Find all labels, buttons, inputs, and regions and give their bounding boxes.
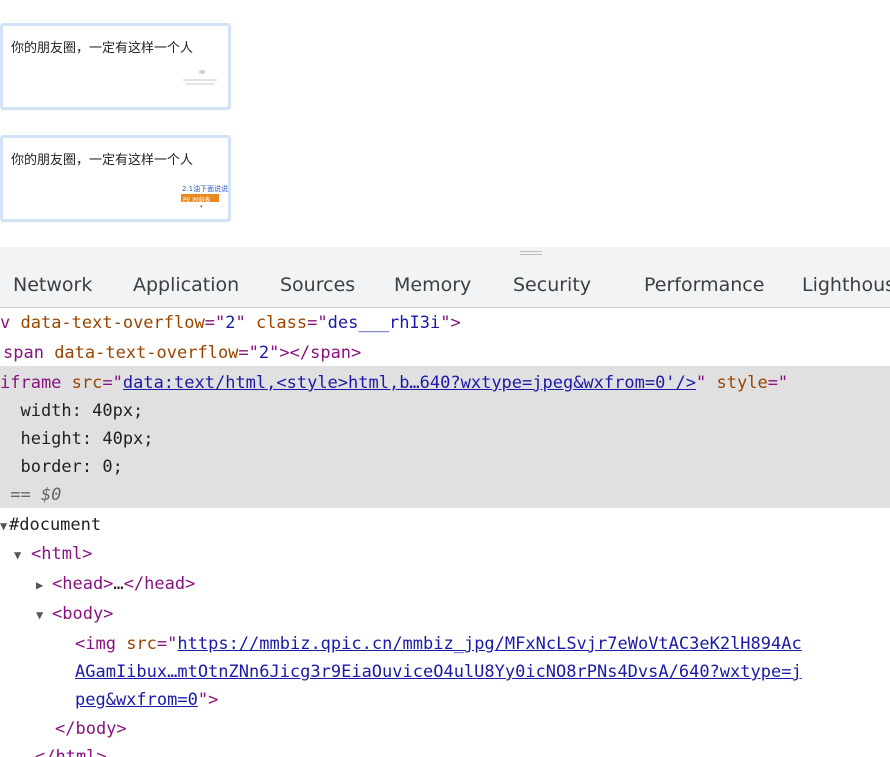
article-card[interactable]: 你的朋友圈，一定有这样一个人 2.1油下面说说 PE 时刻表 ▾ [0,135,231,222]
devtools-tab-bar: Network Application Sources Memory Secur… [0,259,890,308]
dom-node-iframe[interactable]: iframe src="data:text/html,<style>html,b… [0,369,788,397]
dom-node-body[interactable]: ▼ <body> [36,600,113,628]
tab-network[interactable]: Network [13,274,92,296]
article-title: 你的朋友圈，一定有这样一个人 [11,153,194,168]
style-height: height: 40px; [0,429,154,449]
img-src-link-cont[interactable]: AGamIibux…mtOtnZNn6Jicg3r9EiaOuviceO4ulU… [75,658,802,686]
tab-application[interactable]: Application [133,274,239,296]
img-src-link[interactable]: https://mmbiz.qpic.cn/mmbiz_jpg/MFxNcLSv… [177,634,801,654]
elements-panel: v data-text-overflow="2" class="des___rh… [0,309,890,757]
dom-node-div[interactable]: v data-text-overflow="2" class="des___rh… [0,309,461,337]
dom-node-document[interactable]: ▼ #document [0,511,101,539]
expand-down-icon[interactable]: ▼ [14,541,31,569]
dom-node-html[interactable]: ▼ <html> [14,540,92,568]
tab-sources[interactable]: Sources [280,274,355,296]
article-card[interactable]: 你的朋友圈，一定有这样一个人 [0,23,231,110]
img-src-link-end[interactable]: peg&wxfrom=0"> [75,686,218,714]
article-thumbnail[interactable] [180,66,220,106]
tab-lighthouse[interactable]: Lighthous [802,274,890,296]
iframe-src-link[interactable]: data:text/html,<style>html,b…640?wxtype=… [123,373,696,393]
expand-down-icon[interactable]: ▼ [0,512,9,540]
dom-node-span[interactable]: span data-text-overflow="2"></span> [3,339,361,367]
selected-node-marker: == $0 [0,485,62,505]
article-thumbnail[interactable]: 2.1油下面说说 PE 时刻表 ▾ [180,178,228,218]
style-width: width: 40px; [0,401,144,421]
article-title: 你的朋友圈，一定有这样一个人 [11,41,194,56]
tab-performance[interactable]: Performance [644,274,764,296]
expand-down-icon[interactable]: ▼ [36,601,52,629]
dom-node-html-close[interactable]: </html> [35,743,107,757]
tab-security[interactable]: Security [513,274,591,296]
style-border: border: 0; [0,457,123,477]
devtools-resize-handle[interactable] [0,247,890,259]
dom-node-img[interactable]: <img src="https://mmbiz.qpic.cn/mmbiz_jp… [75,630,802,658]
expand-right-icon[interactable]: ▶ [36,571,52,599]
dom-node-body-close[interactable]: </body> [55,715,127,743]
tab-memory[interactable]: Memory [394,274,471,296]
dom-node-head[interactable]: ▶ <head>…</head> [36,570,195,598]
